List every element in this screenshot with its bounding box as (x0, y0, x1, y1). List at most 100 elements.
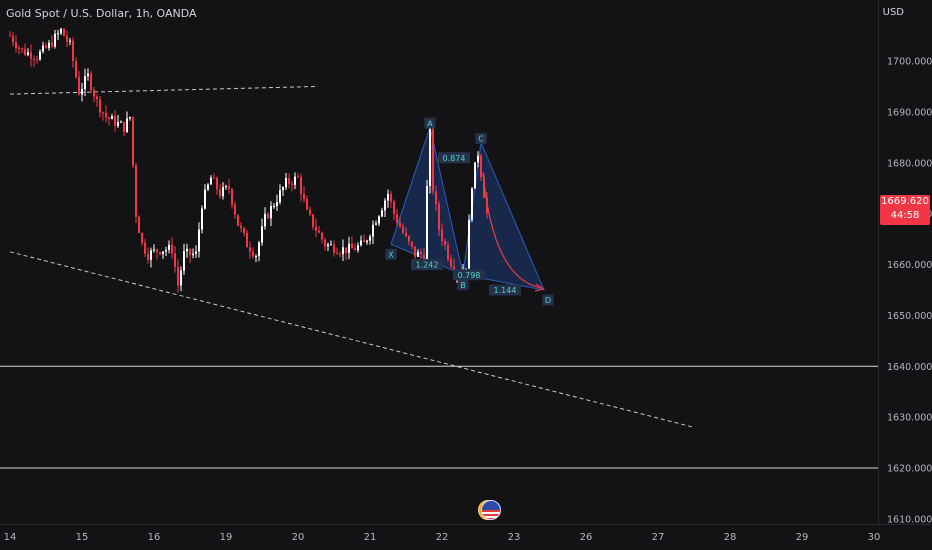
chart-canvas[interactable]: X A B C D 0.874 1.242 0.798 1.144 1700.000 1690.0… (0, 0, 932, 550)
candle-body (219, 189, 221, 197)
candle-body (198, 229, 200, 252)
candle-body (324, 239, 326, 247)
economic-event-flag-icon[interactable] (478, 500, 501, 520)
candle-body (177, 267, 179, 286)
candle-body (27, 52, 29, 55)
candle-body (99, 99, 101, 113)
candle-body (105, 112, 107, 118)
candle-body (297, 176, 299, 178)
candle-body (210, 177, 212, 185)
candle-body (399, 222, 401, 227)
candle-body (111, 115, 113, 120)
candle-body (333, 244, 335, 253)
candle-body (306, 198, 308, 210)
candle-body (195, 251, 197, 254)
candle-body (393, 201, 395, 215)
candle-body (291, 183, 293, 185)
candle-body (363, 240, 365, 243)
candle-body (480, 155, 482, 178)
bar-countdown: 44:58 (890, 210, 920, 221)
candle-body (75, 61, 77, 77)
candle-body (156, 249, 158, 253)
candle-body (255, 256, 257, 258)
candle-body (117, 121, 119, 126)
candle-body (438, 204, 440, 230)
candle-body (30, 52, 32, 59)
candle-body (189, 248, 191, 256)
symbol-title[interactable]: Gold Spot / U.S. Dollar, 1h, OANDA (6, 7, 197, 20)
x-tick-label: 22 (436, 532, 449, 543)
candle-body (381, 210, 383, 217)
candle-body (42, 45, 44, 52)
candle-body (132, 117, 134, 166)
candle-body (408, 235, 410, 242)
candle-body (267, 213, 269, 219)
candle-body (312, 214, 314, 227)
candle-body (171, 244, 173, 254)
time-axis-divider (0, 524, 932, 525)
candle-body (9, 35, 11, 37)
x-tick-label: 19 (220, 532, 233, 543)
candle-body (78, 76, 80, 95)
candle-body (330, 244, 332, 246)
candle-body (429, 127, 431, 186)
candle-body (483, 177, 485, 198)
pattern-point-d: D (545, 296, 551, 305)
y-tick-label: 1660.000 (887, 260, 932, 271)
x-tick-label: 26 (580, 532, 593, 543)
candle-body (15, 42, 17, 48)
pattern-ratio: 1.242 (416, 261, 439, 270)
candle-body (48, 42, 50, 48)
x-tick-label: 29 (796, 532, 809, 543)
candle-body (288, 177, 290, 184)
candle-body (390, 193, 392, 202)
candle-body (351, 243, 353, 249)
candle-body (240, 225, 242, 228)
candle-body (24, 49, 26, 55)
candle-body (237, 214, 239, 226)
candle-body (339, 253, 341, 255)
pattern-point-c: C (478, 135, 484, 144)
candle-body (252, 251, 254, 257)
price-axis-divider (878, 0, 879, 524)
candle-body (123, 121, 125, 132)
candle-body (81, 89, 83, 95)
candle-body (303, 193, 305, 199)
candle-body (90, 73, 92, 91)
x-tick-label: 20 (292, 532, 305, 543)
candle-body (327, 244, 329, 247)
candle-body (423, 254, 425, 260)
candle-body (216, 178, 218, 190)
pattern-point-a: A (427, 119, 433, 128)
candle-body (138, 216, 140, 233)
candle-body (405, 232, 407, 236)
candle-body (18, 47, 20, 49)
candle-body (150, 250, 152, 260)
candle-body (87, 73, 89, 77)
candle-body (39, 51, 41, 60)
candle-body (294, 176, 296, 185)
candle-body (258, 242, 260, 257)
candle-body (192, 253, 194, 256)
candle-body (84, 76, 86, 90)
candle-body (162, 251, 164, 254)
y-tick-label: 1630.000 (887, 413, 932, 424)
y-tick-label: 1690.000 (887, 107, 932, 118)
candle-body (168, 244, 170, 250)
x-tick-label: 14 (4, 532, 17, 543)
candle-body (276, 202, 278, 207)
candle-body (426, 185, 428, 260)
pattern-ratio: 0.874 (443, 154, 466, 163)
candle-body (321, 232, 323, 240)
candle-body (213, 177, 215, 179)
candle-body (159, 252, 161, 254)
pattern-ratio: 1.144 (494, 286, 517, 295)
candle-body (435, 191, 437, 205)
candle-body (369, 236, 371, 241)
price-axis-currency[interactable]: USD (883, 7, 904, 18)
candle-body (360, 240, 362, 246)
candle-body (471, 188, 473, 220)
candle-body (477, 155, 479, 163)
candle-body (318, 230, 320, 233)
last-price-value: 1669.620 (881, 196, 929, 207)
